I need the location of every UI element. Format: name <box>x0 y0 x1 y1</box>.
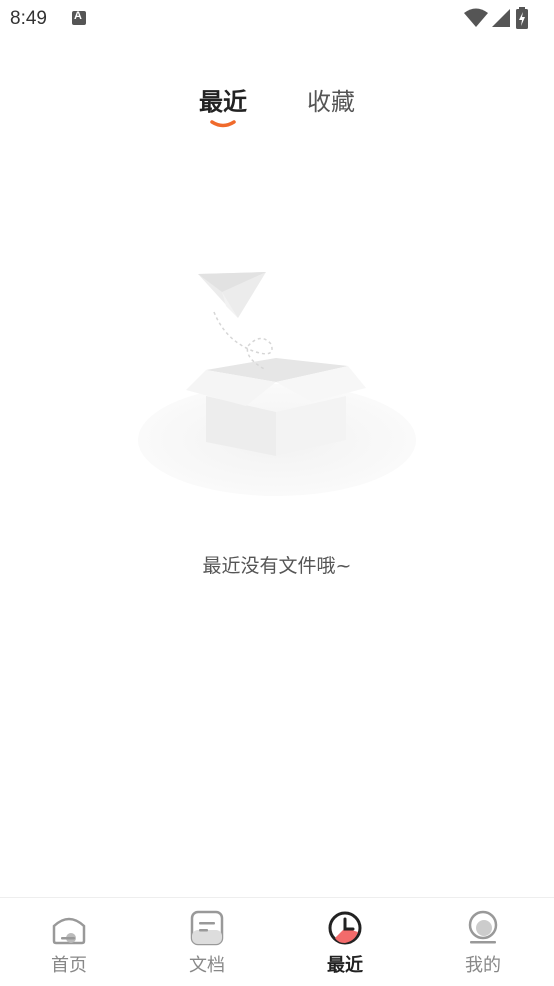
battery-icon <box>516 7 528 29</box>
notification-icon: A <box>72 10 86 25</box>
nav-item-home[interactable]: 首页 <box>0 898 138 986</box>
status-indicators <box>464 7 544 30</box>
nav-item-recent[interactable]: 最近 <box>276 898 414 986</box>
nav-item-documents[interactable]: 文档 <box>138 898 276 986</box>
notification-letter: A <box>74 10 82 22</box>
tab-favorites[interactable]: 收藏 <box>307 82 355 117</box>
tab-active-indicator <box>210 120 236 128</box>
empty-box-illustration <box>138 272 416 496</box>
nav-label-profile: 我的 <box>465 955 501 976</box>
nav-label-recent: 最近 <box>327 955 363 976</box>
clock-icon <box>328 911 362 945</box>
nav-label-home: 首页 <box>51 955 87 976</box>
bottom-navigation: 首页 文档 最近 我的 <box>0 897 554 986</box>
wifi-icon <box>464 8 488 27</box>
document-icon <box>190 910 224 946</box>
nav-label-documents: 文档 <box>189 955 225 976</box>
empty-state-message: 最近没有文件哦~ <box>202 555 352 577</box>
nav-item-profile[interactable]: 我的 <box>414 898 552 986</box>
profile-icon <box>468 910 498 944</box>
home-icon <box>52 917 86 945</box>
signal-icon <box>492 9 510 27</box>
status-time: 8:49 <box>10 8 47 29</box>
top-tabs: 最近 收藏 <box>0 82 554 142</box>
status-bar: 8:49 A <box>0 0 554 40</box>
tab-recent[interactable]: 最近 <box>199 82 247 117</box>
